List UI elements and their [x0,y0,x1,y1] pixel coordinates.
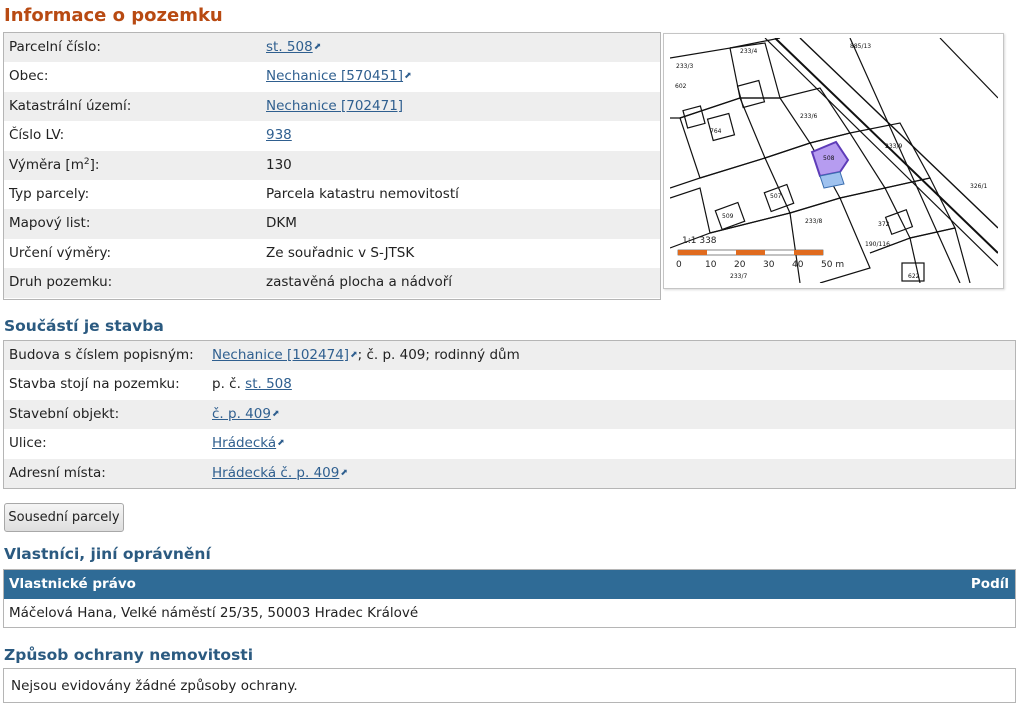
table-row: Katastrální území: Nechanice [702471] [4,91,660,122]
row-value-link[interactable]: 938 [266,127,292,143]
row-value: Parcela katastru nemovitostí [266,185,459,202]
map-parcel-label: 326/1 [970,183,987,190]
table-row: Stavba stojí na pozemku: p. č. st. 508 [4,370,1015,399]
row-value-suffix: ; č. p. 409; rodinný dům [357,347,520,363]
map-parcel-label: 190/116 [865,241,890,248]
map-scale-tick: 10 [705,260,717,270]
table-row: Určení výměry: Ze souřadnic v S-JTSK [4,239,660,268]
map-parcel-label: 233/4 [740,48,757,55]
row-value-link[interactable]: Hrádecká [212,435,276,451]
table-row: Obec: Nechanice [570451]⬈ [4,62,660,91]
table-row: Stavební objekt: č. p. 409⬈ [4,399,1015,430]
map-scale-tick: 0 [676,260,682,270]
building-section-title: Součástí je stavba [4,317,164,335]
row-value-prefix: p. č. [212,376,246,393]
row-value-link[interactable]: Nechanice [702471] [266,98,403,114]
map-scale-tick: 40 [792,260,804,270]
map-scale-tick: 30 [763,260,775,270]
map-parcel-label: 509 [722,213,734,220]
page-title: Informace o pozemku [4,5,223,26]
map-parcel-label: 622 [908,273,920,280]
external-link-icon[interactable]: ⬈ [404,62,412,91]
table-row: Číslo LV: 938 [4,121,660,150]
owner-row: Máčelová Hana, Velké náměstí 25/35, 5000… [9,605,419,621]
row-value-link[interactable]: Nechanice [570451] [266,68,403,84]
row-label: Obec: [9,68,49,85]
map-scale-tick: 50 m [821,260,844,270]
ownership-right-header: Vlastnické právo [9,576,136,592]
map-parcel-label: 233/7 [730,273,747,280]
row-value[interactable]: 938 [266,121,292,150]
external-link-icon[interactable]: ⬈ [314,33,322,62]
row-value[interactable]: p. č. st. 508 [212,370,292,399]
map-scale-text: 1:1 338 [682,236,717,246]
row-label: Výměra [m2]: [9,156,100,173]
row-value-link[interactable]: st. 508 [245,376,292,392]
building-info-table: Budova s číslem popisným: Nechanice [1024… [3,340,1016,489]
owners-section-title: Vlastníci, jiní oprávnění [4,545,211,563]
row-value: zastavěná plocha a nádvoří [266,274,453,291]
map-parcel-label: 372 [878,221,890,228]
row-label: Budova s číslem popisným: [9,347,194,363]
row-value[interactable]: Nechanice [702471] [266,92,403,121]
row-label: Stavební objekt: [9,405,120,422]
table-row: Mapový list: DKM [4,209,660,239]
map-parcel-label: 233/9 [885,143,902,150]
row-value-link[interactable]: Nechanice [102474] [212,347,349,363]
external-link-icon[interactable]: ⬈ [340,459,348,488]
table-row: Druh pozemku: zastavěná plocha a nádvoří [4,268,660,298]
map-parcel-label: 233/3 [676,63,693,70]
table-row: Výměra [m2]: 130 [4,150,660,180]
row-value[interactable]: st. 508⬈ [266,33,321,62]
row-label: Adresní místa: [9,464,106,481]
map-canvas[interactable]: 233/3 233/4 602 764 233/6 507 233/9 508 233/8 372… [670,38,998,283]
map-parcel-label: 233/6 [800,113,817,120]
row-value-link[interactable]: Hrádecká č. p. 409 [212,465,339,481]
owners-table-header: Vlastnické právo Podíl [4,570,1015,599]
table-row: Typ parcely: Parcela katastru nemovitostí [4,180,660,209]
parcel-info-table: Parcelní číslo: st. 508⬈ Obec: Nechanice [5… [3,32,661,300]
row-value[interactable]: Hrádecká č. p. 409⬈ [212,459,348,488]
map-parcel-label: 885/13 [850,43,871,50]
neighbor-parcels-button[interactable]: Sousední parcely [4,503,124,532]
row-value[interactable]: Nechanice [570451]⬈ [266,62,412,91]
protection-box: Nejsou evidovány žádné způsoby ochrany. [3,668,1016,703]
row-value: 130 [266,156,292,173]
table-row: Ulice: Hrádecká⬈ [4,429,1015,458]
protection-section-title: Způsob ochrany nemovitosti [4,646,254,664]
row-label: Určení výměry: [9,244,112,261]
share-header: Podíl [970,576,1009,592]
table-row: Parcelní číslo: st. 508⬈ [4,33,660,63]
map-parcel-label: 508 [823,155,835,162]
row-label: Mapový list: [9,215,91,232]
row-label: Typ parcely: [9,185,90,202]
row-value-link[interactable]: st. 508 [266,39,313,55]
map-parcel-label: 233/8 [805,218,822,225]
row-label: Katastrální území: [9,97,132,114]
row-label: Číslo LV: [9,127,65,144]
row-value: Ze souřadnic v S-JTSK [266,244,415,261]
row-value[interactable]: Hrádecká⬈ [212,429,285,458]
owners-table: Vlastnické právo Podíl Máčelová Hana, Ve… [3,569,1016,628]
row-label: Stavba stojí na pozemku: [9,376,180,393]
map-parcel-label: 764 [710,128,722,135]
table-row: Budova s číslem popisným: Nechanice [1024… [4,341,1015,371]
external-link-icon[interactable]: ⬈ [350,341,358,370]
table-row: Adresní místa: Hrádecká č. p. 409⬈ [4,458,1015,488]
row-value: DKM [266,215,297,232]
cadastral-map[interactable]: 233/3 233/4 602 764 233/6 507 233/9 508 233/8 372… [663,33,1004,289]
external-link-icon[interactable]: ⬈ [272,400,280,429]
map-parcel-label: 507 [770,193,782,200]
row-label: Druh pozemku: [9,274,113,291]
map-scale-tick: 20 [734,260,746,270]
row-label: Parcelní číslo: [9,39,101,55]
row-label: Ulice: [9,435,47,452]
row-value-link[interactable]: č. p. 409 [212,406,271,422]
row-value[interactable]: Nechanice [102474]⬈; č. p. 409; rodinný … [212,341,520,370]
external-link-icon[interactable]: ⬈ [277,429,285,458]
row-value[interactable]: č. p. 409⬈ [212,400,279,429]
map-parcel-label: 602 [675,83,687,90]
